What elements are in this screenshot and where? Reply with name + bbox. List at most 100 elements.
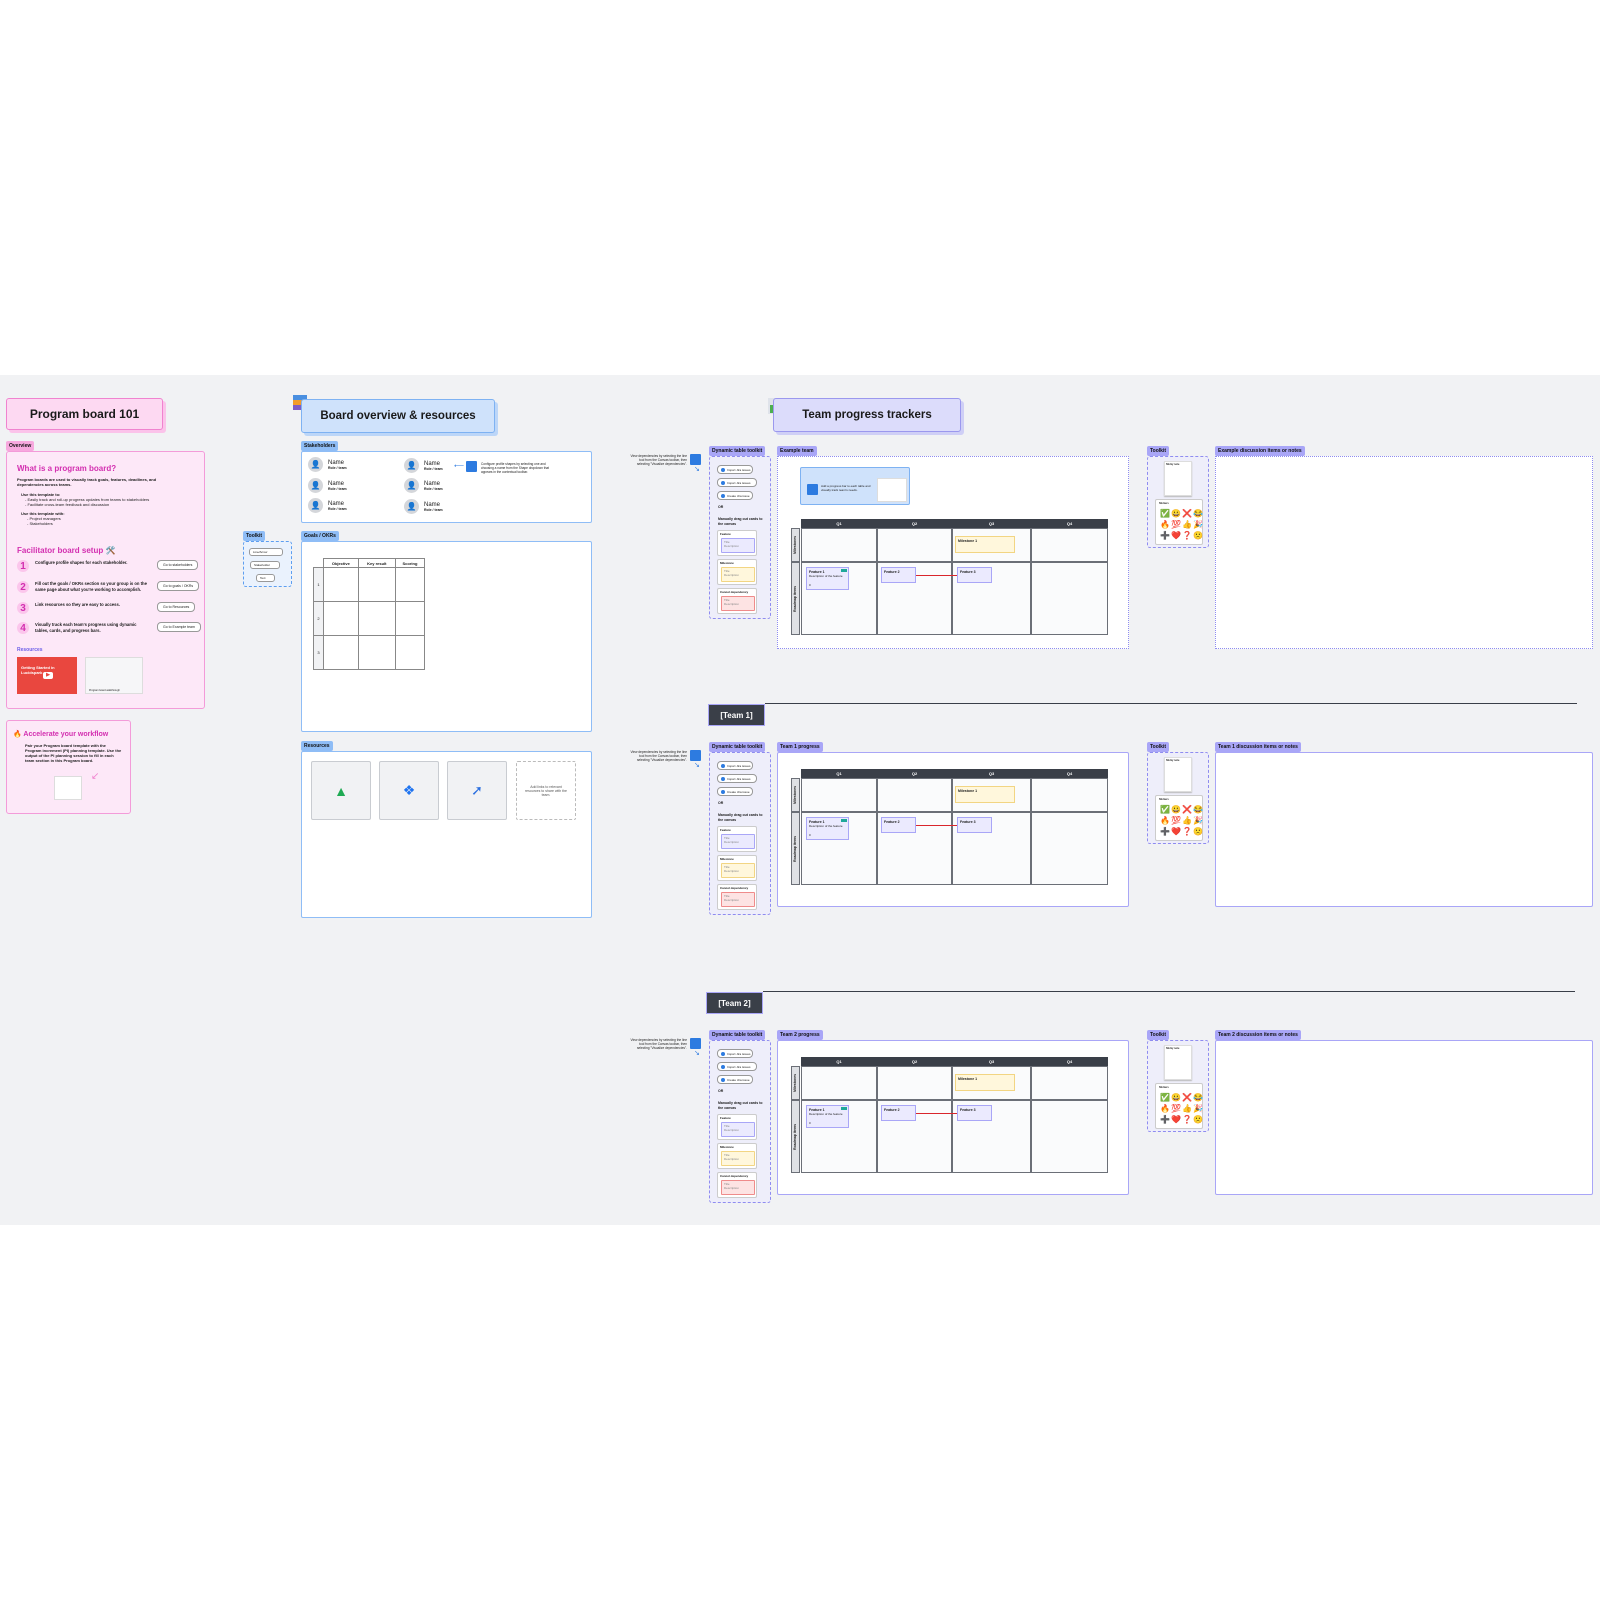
card-template-milestone[interactable]: Milestone Title Description — [717, 855, 757, 881]
sticker-icon[interactable]: ❓ — [1182, 1115, 1192, 1125]
grid-cell[interactable] — [801, 778, 877, 812]
card-template-feature[interactable]: Feature Title Description — [717, 1114, 757, 1140]
sticker-icon[interactable]: 👍 — [1182, 520, 1192, 530]
sticker-icon[interactable]: 👍 — [1182, 1104, 1192, 1114]
feature-card[interactable]: Feature 3 — [957, 817, 992, 833]
feature-card[interactable]: Feature 2 — [881, 817, 916, 833]
sticker-icon[interactable]: ✅ — [1160, 509, 1170, 519]
sticker-icon[interactable]: 😂 — [1193, 805, 1203, 815]
go-to-stakeholders-button[interactable]: Go to stakeholders — [157, 560, 199, 570]
import-jira-issues-button[interactable]: Import Jira issues — [717, 1062, 757, 1071]
board-overview-title[interactable]: Board overview & resources — [301, 399, 495, 433]
sticker-icon[interactable]: 💯 — [1171, 1104, 1181, 1114]
card-template-cancel-dependency[interactable]: Cancel dependency Title Description — [717, 1172, 757, 1198]
sticker-icon[interactable]: ✅ — [1160, 1093, 1170, 1103]
grid-cell[interactable] — [801, 1066, 877, 1100]
import-jira-issues-button[interactable]: Import Jira issues — [717, 1049, 753, 1058]
import-jira-issues-button[interactable]: Import Jira issues — [717, 761, 753, 770]
sticker-icon[interactable]: ➕ — [1160, 531, 1170, 541]
feature-card[interactable]: Feature 1 Description of the feature 0 — [806, 817, 849, 840]
grid-cell[interactable] — [1031, 562, 1108, 635]
grid-cell[interactable] — [801, 528, 877, 562]
sticky-note-template[interactable]: Sticky note — [1164, 1045, 1192, 1080]
sticker-icon[interactable]: ❤️ — [1171, 827, 1181, 837]
sticker-icon[interactable]: ❌ — [1182, 509, 1192, 519]
sticker-icon[interactable]: ❓ — [1182, 827, 1192, 837]
sticker-icon[interactable]: ➕ — [1160, 1115, 1170, 1125]
grid-cell[interactable] — [1031, 528, 1108, 562]
go-to-goals-button[interactable]: Go to goals / OKRs — [157, 581, 200, 591]
sticker-icon[interactable]: 😀 — [1171, 805, 1181, 815]
grid-cell[interactable] — [877, 1066, 952, 1100]
okr-cell[interactable] — [357, 635, 396, 670]
team-header[interactable]: [Team 1] — [708, 704, 765, 726]
create-jira-issue-button[interactable]: Create Jira issue — [717, 787, 753, 796]
grid-cell[interactable] — [1031, 778, 1108, 812]
google-drive-link[interactable]: ▲ — [311, 761, 371, 820]
go-to-resources-button[interactable]: Go to Resources — [157, 602, 196, 612]
okr-cell[interactable] — [394, 635, 426, 670]
card-template-feature[interactable]: Feature Title Description — [717, 826, 757, 852]
feature-card[interactable]: Feature 1 Description of the feature 0 — [806, 1105, 849, 1128]
stakeholder-profile[interactable]: 👤 Name Role / team — [404, 478, 443, 493]
stakeholder-profile[interactable]: 👤 Name Role / team — [404, 499, 443, 514]
sticker-icon[interactable]: 🎉 — [1193, 520, 1203, 530]
sticker-icon[interactable]: 🙁 — [1193, 1115, 1203, 1125]
import-jira-issues-button[interactable]: Import Jira issues — [717, 774, 757, 783]
milestone-card[interactable]: Milestone 1 — [955, 1074, 1015, 1091]
sticker-icon[interactable]: 🔥 — [1160, 1104, 1170, 1114]
sticker-icon[interactable]: ❤️ — [1171, 1115, 1181, 1125]
sticky-note-template[interactable]: Sticky note — [1164, 461, 1192, 496]
feature-card[interactable]: Feature 3 — [957, 567, 992, 583]
discussion-notes-panel[interactable] — [1215, 456, 1593, 649]
sticker-icon[interactable]: ✅ — [1160, 805, 1170, 815]
card-template-cancel-dependency[interactable]: Cancel dependency Title Description — [717, 588, 757, 614]
sticker-icon[interactable]: 💯 — [1171, 816, 1181, 826]
sticker-icon[interactable]: 😂 — [1193, 1093, 1203, 1103]
grid-cell[interactable] — [1031, 812, 1108, 885]
toolkit-text[interactable]: Text — [256, 574, 275, 582]
jira-link[interactable]: ➚ — [447, 761, 507, 820]
create-jira-issue-button[interactable]: Create Jira issue — [717, 1075, 753, 1084]
discussion-notes-panel[interactable] — [1215, 1040, 1593, 1195]
discussion-notes-panel[interactable] — [1215, 752, 1593, 907]
stakeholder-profile[interactable]: 👤 Name Role / team — [308, 457, 347, 472]
card-template-milestone[interactable]: Milestone Title Description — [717, 1143, 757, 1169]
milestone-card[interactable]: Milestone 1 — [955, 536, 1015, 553]
grid-cell[interactable] — [877, 778, 952, 812]
okr-cell[interactable] — [323, 635, 359, 670]
okr-cell[interactable] — [323, 567, 359, 602]
card-template-feature[interactable]: Feature Title Description — [717, 530, 757, 556]
program-board-title[interactable]: Program board 101 — [6, 398, 163, 430]
sticker-icon[interactable]: 🙁 — [1193, 531, 1203, 541]
sticker-icon[interactable]: 🎉 — [1193, 816, 1203, 826]
pi-template-thumbnail[interactable] — [54, 776, 82, 800]
feature-card[interactable]: Feature 3 — [957, 1105, 992, 1121]
import-jira-issues-button[interactable]: Import Jira issues — [717, 478, 757, 487]
team-header[interactable]: [Team 2] — [706, 992, 763, 1014]
milestone-card[interactable]: Milestone 1 — [955, 786, 1015, 803]
sticker-icon[interactable]: 🔥 — [1160, 816, 1170, 826]
sticker-icon[interactable]: 👍 — [1182, 816, 1192, 826]
card-template-cancel-dependency[interactable]: Cancel dependency Title Description — [717, 884, 757, 910]
toolkit-line-arrow[interactable]: Line/Arrow — [249, 548, 283, 556]
toolkit-stakeholder[interactable]: Stakeholder — [250, 561, 280, 569]
grid-cell[interactable] — [1031, 1066, 1108, 1100]
sticky-note-template[interactable]: Sticky note — [1164, 757, 1192, 792]
okr-cell[interactable] — [394, 567, 426, 602]
sticker-icon[interactable]: ❓ — [1182, 531, 1192, 541]
grid-cell[interactable] — [1031, 1100, 1108, 1173]
sticker-icon[interactable]: 😀 — [1171, 1093, 1181, 1103]
okr-cell[interactable] — [323, 601, 359, 636]
stakeholder-profile[interactable]: 👤 Name Role / team — [404, 458, 443, 473]
create-jira-issue-button[interactable]: Create Jira issue — [717, 491, 753, 500]
okr-cell[interactable] — [357, 601, 396, 636]
stakeholder-profile[interactable]: 👤 Name Role / team — [308, 478, 347, 493]
add-resource-placeholder[interactable]: Add links to relevant resources to share… — [516, 761, 576, 820]
okr-cell[interactable] — [394, 601, 426, 636]
feature-card[interactable]: Feature 1 Description of the feature 0 — [806, 567, 849, 590]
grid-cell[interactable] — [877, 528, 952, 562]
sticker-icon[interactable]: 😀 — [1171, 509, 1181, 519]
sticker-icon[interactable]: 💯 — [1171, 520, 1181, 530]
dropbox-link[interactable]: ❖ — [379, 761, 439, 820]
